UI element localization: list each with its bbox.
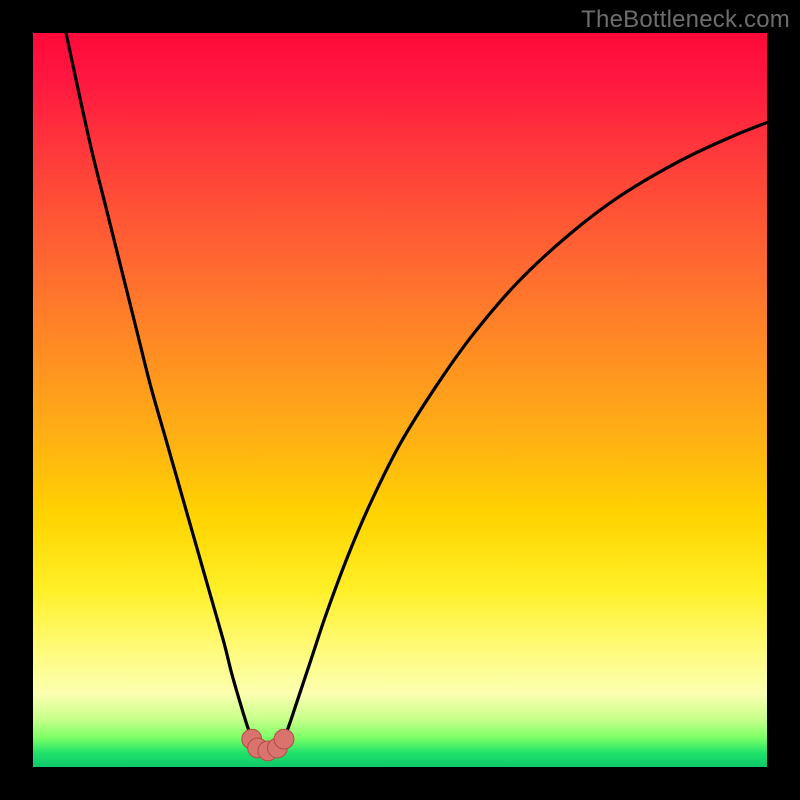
curve-left-branch xyxy=(66,33,252,739)
plot-area xyxy=(33,33,767,767)
curve-layer xyxy=(33,33,767,767)
valley-markers xyxy=(242,729,294,761)
marker-right-end xyxy=(274,729,294,749)
watermark-text: TheBottleneck.com xyxy=(581,6,790,34)
curve-right-branch xyxy=(284,123,767,740)
chart-frame: TheBottleneck.com xyxy=(0,0,800,800)
